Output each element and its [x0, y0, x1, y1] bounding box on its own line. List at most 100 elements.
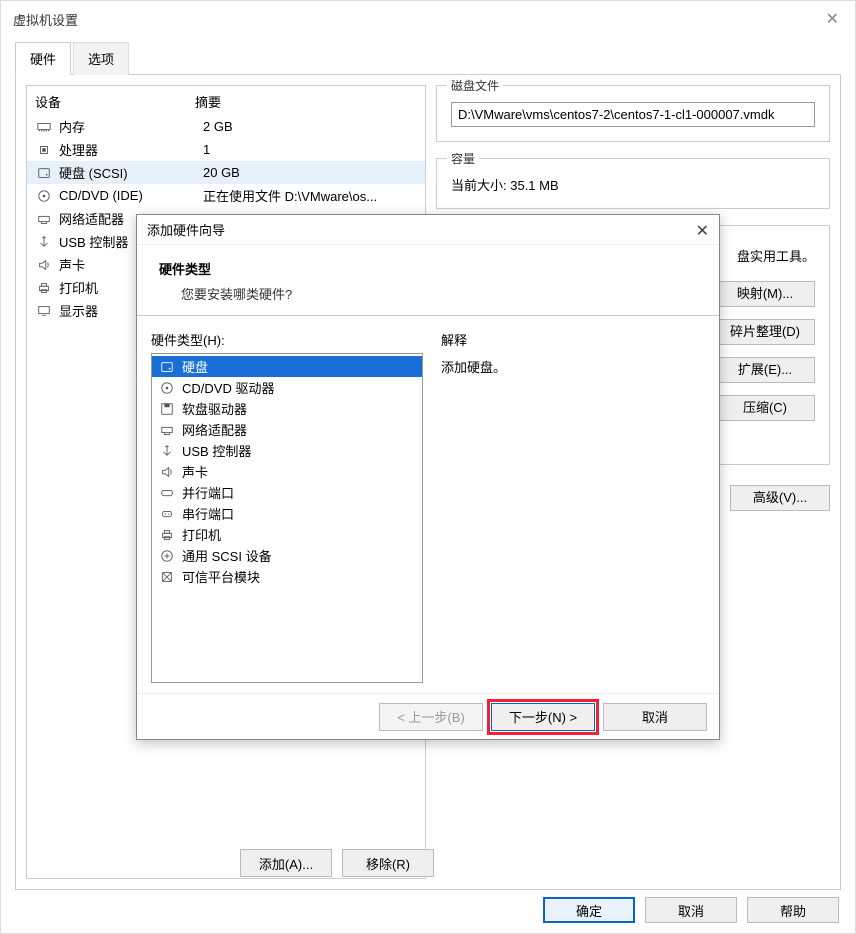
- device-buttons: 添加(A)... 移除(R): [240, 849, 434, 877]
- disk-file-title: 磁盘文件: [447, 77, 503, 94]
- window-title: 虚拟机设置: [13, 10, 78, 29]
- explain-label: 解释: [441, 330, 705, 349]
- add-hardware-wizard: 添加硬件向导 ✕ 硬件类型 您要安装哪类硬件? 硬件类型(H): 硬盘 CD/DV…: [136, 214, 720, 740]
- device-summary: 20 GB: [203, 165, 417, 180]
- hw-type-item[interactable]: 软盘驱动器: [152, 398, 422, 419]
- scsi-icon: [158, 549, 176, 563]
- device-name: 内存: [59, 117, 203, 136]
- hw-type-item[interactable]: 串行端口: [152, 503, 422, 524]
- hw-type-label-text: 串行端口: [182, 504, 234, 523]
- hw-type-item[interactable]: 可信平台模块: [152, 566, 422, 587]
- defrag-button[interactable]: 碎片整理(D): [715, 319, 815, 345]
- sound-icon: [158, 465, 176, 479]
- hw-type-item[interactable]: USB 控制器: [152, 440, 422, 461]
- device-name: CD/DVD (IDE): [59, 188, 203, 203]
- hw-type-listbox[interactable]: 硬盘 CD/DVD 驱动器软盘驱动器网络适配器 USB 控制器声卡并行端口串行端口打…: [151, 353, 423, 683]
- hw-type-label-text: USB 控制器: [182, 441, 251, 460]
- hw-type-label-text: 硬盘: [182, 357, 208, 376]
- hw-type-label-text: 打印机: [182, 525, 221, 544]
- wizard-next-button[interactable]: 下一步(N) >: [491, 703, 595, 731]
- map-button[interactable]: 映射(M)...: [715, 281, 815, 307]
- device-name: 处理器: [59, 140, 203, 159]
- footer-buttons: 确定 取消 帮助: [543, 897, 839, 923]
- explain-text: 添加硬盘。: [441, 357, 705, 376]
- hw-type-item[interactable]: 通用 SCSI 设备: [152, 545, 422, 566]
- cancel-button[interactable]: 取消: [645, 897, 737, 923]
- capacity-group: 容量 当前大小: 35.1 MB: [436, 158, 830, 209]
- device-summary: 正在使用文件 D:\VMware\os...: [203, 186, 417, 205]
- col-summary: 摘要: [195, 92, 221, 111]
- sound-icon: [35, 258, 53, 272]
- add-device-button[interactable]: 添加(A)...: [240, 849, 332, 877]
- hw-type-item[interactable]: 打印机: [152, 524, 422, 545]
- wizard-header-title: 硬件类型: [159, 259, 699, 278]
- current-size-value: 35.1 MB: [510, 178, 558, 193]
- cpu-icon: [35, 143, 53, 157]
- wizard-close-icon[interactable]: ✕: [696, 221, 709, 241]
- hw-type-label-text: 并行端口: [182, 483, 234, 502]
- wizard-header: 硬件类型 您要安装哪类硬件?: [137, 245, 719, 315]
- disk-file-path[interactable]: D:\VMware\vms\centos7-2\centos7-1-cl1-00…: [451, 102, 815, 127]
- hw-type-label-text: CD/DVD 驱动器: [182, 378, 274, 397]
- printer-icon: [35, 281, 53, 295]
- printer-icon: [158, 528, 176, 542]
- hw-type-item[interactable]: CD/DVD 驱动器: [152, 377, 422, 398]
- tab-strip: 硬件 选项: [1, 41, 855, 74]
- tab-options[interactable]: 选项: [73, 42, 129, 75]
- capacity-title: 容量: [447, 150, 479, 167]
- title-bar: 虚拟机设置 ✕: [1, 1, 855, 37]
- wizard-cancel-button[interactable]: 取消: [603, 703, 707, 731]
- device-row[interactable]: 处理器1: [27, 138, 425, 161]
- hw-type-label-text: 声卡: [182, 462, 208, 481]
- current-size-label: 当前大小:: [451, 178, 510, 193]
- device-list-header: 设备 摘要: [27, 86, 425, 115]
- hw-type-label-text: 网络适配器: [182, 420, 247, 439]
- hw-type-label: 硬件类型(H):: [151, 330, 427, 349]
- remove-device-button[interactable]: 移除(R): [342, 849, 434, 877]
- device-row[interactable]: 硬盘 (SCSI)20 GB: [27, 161, 425, 184]
- wizard-header-sub: 您要安装哪类硬件?: [159, 284, 699, 303]
- wizard-title: 添加硬件向导: [147, 220, 225, 239]
- wizard-footer: < 上一步(B) 下一步(N) > 取消: [137, 693, 719, 739]
- serial-icon: [158, 507, 176, 521]
- disk-file-group: 磁盘文件 D:\VMware\vms\centos7-2\centos7-1-c…: [436, 85, 830, 142]
- col-device: 设备: [35, 92, 195, 111]
- expand-button[interactable]: 扩展(E)...: [715, 357, 815, 383]
- wizard-left: 硬件类型(H): 硬盘 CD/DVD 驱动器软盘驱动器网络适配器 USB 控制器声卡…: [151, 330, 427, 693]
- floppy-icon: [158, 402, 176, 416]
- hw-type-item[interactable]: 硬盘: [152, 356, 422, 377]
- compress-button[interactable]: 压缩(C): [715, 395, 815, 421]
- display-icon: [35, 304, 53, 318]
- device-row[interactable]: CD/DVD (IDE)正在使用文件 D:\VMware\os...: [27, 184, 425, 207]
- usb-icon: [35, 235, 53, 249]
- close-icon[interactable]: ✕: [826, 9, 839, 29]
- wizard-back-button: < 上一步(B): [379, 703, 483, 731]
- cd-icon: [35, 189, 53, 203]
- ok-button[interactable]: 确定: [543, 897, 635, 923]
- usb-icon: [158, 444, 176, 458]
- hw-type-label-text: 软盘驱动器: [182, 399, 247, 418]
- help-button[interactable]: 帮助: [747, 897, 839, 923]
- hw-type-item[interactable]: 并行端口: [152, 482, 422, 503]
- hw-type-label-text: 通用 SCSI 设备: [182, 546, 272, 565]
- wizard-title-bar: 添加硬件向导 ✕: [137, 215, 719, 245]
- net-icon: [35, 212, 53, 226]
- device-summary: 2 GB: [203, 119, 417, 134]
- disk-icon: [158, 360, 176, 374]
- tab-hardware[interactable]: 硬件: [15, 42, 71, 75]
- device-summary: 1: [203, 142, 417, 157]
- device-name: 硬盘 (SCSI): [59, 163, 203, 182]
- hw-type-item[interactable]: 网络适配器: [152, 419, 422, 440]
- parallel-icon: [158, 486, 176, 500]
- memory-icon: [35, 120, 53, 134]
- disk-icon: [35, 166, 53, 180]
- current-size-row: 当前大小: 35.1 MB: [451, 175, 815, 194]
- net-icon: [158, 423, 176, 437]
- advanced-button[interactable]: 高级(V)...: [730, 485, 830, 511]
- device-row[interactable]: 内存2 GB: [27, 115, 425, 138]
- tpm-icon: [158, 570, 176, 584]
- hw-type-label-text: 可信平台模块: [182, 567, 260, 586]
- wizard-body: 硬件类型(H): 硬盘 CD/DVD 驱动器软盘驱动器网络适配器 USB 控制器声卡…: [137, 315, 719, 693]
- hw-type-item[interactable]: 声卡: [152, 461, 422, 482]
- wizard-right: 解释 添加硬盘。: [427, 330, 719, 693]
